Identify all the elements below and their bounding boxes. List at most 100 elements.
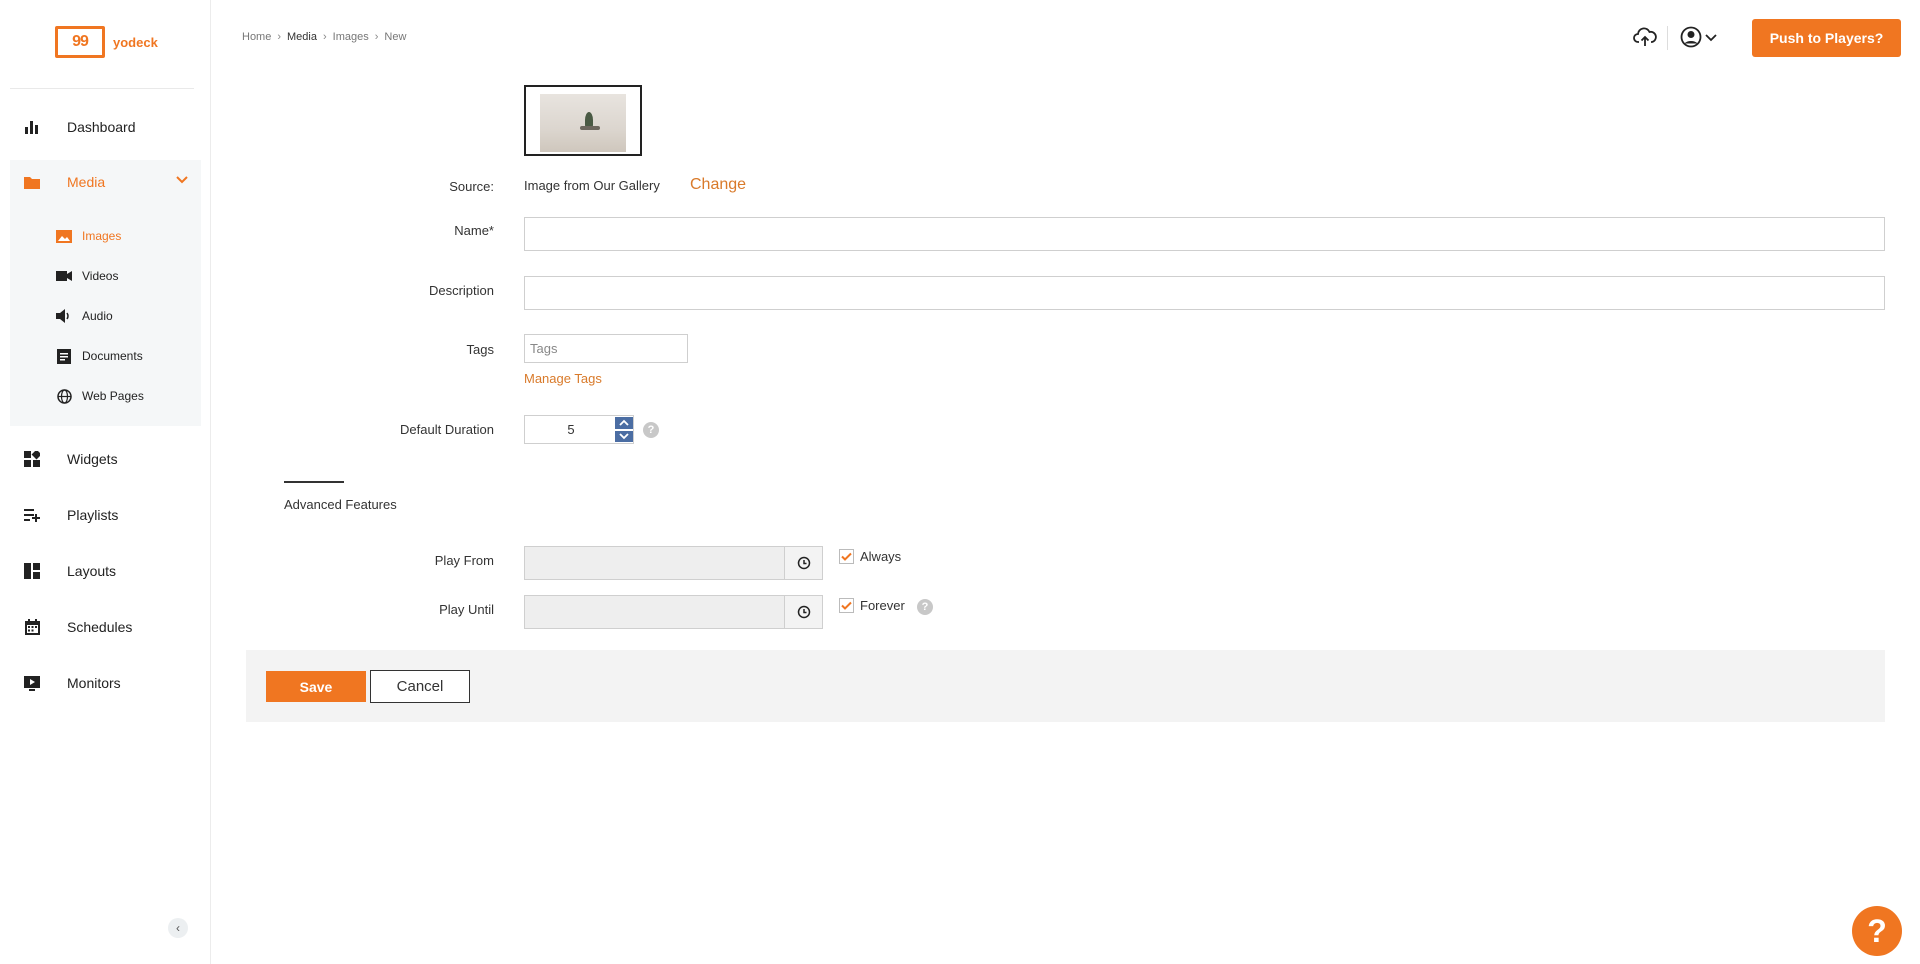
breadcrumb-images[interactable]: Images — [333, 31, 369, 43]
cancel-button[interactable]: Cancel — [370, 670, 470, 703]
document-icon — [56, 348, 72, 364]
breadcrumb-home[interactable]: Home — [242, 31, 271, 43]
clock-icon — [797, 556, 810, 570]
collapse-sidebar-button[interactable]: ‹ — [168, 918, 188, 938]
always-checkbox[interactable]: Always — [839, 549, 901, 564]
bar-chart-icon — [22, 117, 42, 137]
layout-icon — [22, 561, 42, 581]
divider — [10, 88, 194, 89]
sidebar-item-label: Schedules — [67, 619, 133, 635]
playlist-add-icon — [22, 505, 42, 525]
help-question-icon[interactable]: ? — [1852, 906, 1902, 956]
default-duration-label: Default Duration — [400, 422, 494, 437]
play-from-input[interactable] — [524, 546, 823, 580]
monitor-play-icon — [22, 673, 42, 693]
save-button[interactable]: Save — [266, 671, 366, 702]
media-group: Media Images Videos Audio Documents Web … — [10, 160, 201, 426]
play-until-input[interactable] — [524, 595, 823, 629]
breadcrumb-separator-icon: › — [374, 31, 379, 43]
divider — [284, 481, 344, 483]
sidebar-item-schedules[interactable]: Schedules — [10, 605, 201, 649]
checkmark-icon — [839, 598, 854, 613]
sidebar-subitem-videos[interactable]: Videos — [10, 259, 201, 293]
sidebar-item-dashboard[interactable]: Dashboard — [10, 105, 201, 149]
source-label: Source: — [449, 179, 494, 194]
forever-help-icon[interactable]: ? — [917, 599, 933, 615]
play-from-label: Play From — [434, 553, 494, 568]
sidebar-item-label: Media — [67, 174, 106, 190]
sidebar-item-playlists[interactable]: Playlists — [10, 493, 201, 537]
sidebar-subitem-web-pages[interactable]: Web Pages — [10, 379, 201, 413]
manage-tags-link[interactable]: Manage Tags — [524, 371, 602, 386]
play-until-label: Play Until — [439, 602, 494, 617]
logo-text: yodeck — [113, 34, 158, 50]
thumbnail-image — [540, 94, 626, 152]
sidebar-subitem-audio[interactable]: Audio — [10, 299, 201, 333]
chevron-up-icon — [619, 419, 629, 426]
checkmark-icon — [839, 549, 854, 564]
always-label: Always — [860, 549, 902, 564]
breadcrumb-new: New — [384, 31, 407, 43]
logo[interactable]: 99 yodeck — [55, 26, 158, 58]
tags-label: Tags — [466, 342, 494, 357]
sidebar-subitem-label: Web Pages — [82, 389, 144, 403]
user-menu[interactable] — [1680, 26, 1717, 48]
image-icon — [56, 228, 72, 244]
forever-label: Forever — [860, 598, 905, 613]
name-input[interactable] — [524, 217, 1885, 251]
increment-button[interactable] — [615, 417, 633, 429]
forever-checkbox[interactable]: Forever — [839, 598, 905, 613]
duration-help-icon[interactable]: ? — [643, 422, 659, 438]
sidebar: 99 yodeck Dashboard Media Images Videos … — [0, 0, 211, 964]
calendar-icon — [22, 617, 42, 637]
breadcrumb-separator-icon: › — [322, 31, 327, 43]
sidebar-item-label: Layouts — [67, 563, 117, 579]
sidebar-subitem-documents[interactable]: Documents — [10, 339, 201, 373]
tags-input[interactable] — [524, 334, 688, 363]
decrement-button[interactable] — [615, 430, 633, 442]
sidebar-item-label: Dashboard — [67, 119, 136, 135]
video-camera-icon — [56, 268, 72, 284]
name-label: Name* — [454, 223, 494, 238]
user-avatar-icon — [1680, 26, 1702, 48]
breadcrumb-separator-icon: › — [277, 31, 282, 43]
sidebar-subitem-label: Documents — [82, 349, 143, 363]
sidebar-item-label: Playlists — [67, 507, 119, 523]
duration-value: 5 — [567, 422, 575, 437]
chevron-left-icon: ‹ — [176, 921, 180, 935]
sidebar-item-label: Widgets — [67, 451, 118, 467]
description-label: Description — [428, 283, 494, 298]
clock-icon — [797, 605, 810, 619]
chevron-down-icon — [1705, 34, 1717, 42]
image-thumbnail[interactable] — [524, 85, 642, 156]
sidebar-item-label: Monitors — [67, 675, 121, 691]
source-value: Image from Our Gallery — [524, 178, 660, 193]
sidebar-subitem-images[interactable]: Images — [10, 219, 201, 253]
globe-icon — [56, 388, 72, 404]
breadcrumb: Home › Media › Images › New — [242, 31, 412, 43]
speaker-icon — [56, 308, 72, 324]
advanced-features-heading: Advanced Features — [284, 497, 397, 512]
form-actions-bar — [246, 650, 1885, 722]
push-to-players-button[interactable]: Push to Players? — [1752, 19, 1901, 57]
chevron-down-icon — [175, 172, 189, 189]
sidebar-subitem-label: Videos — [82, 269, 119, 283]
breadcrumb-media[interactable]: Media — [287, 31, 317, 43]
sidebar-item-media[interactable]: Media — [10, 160, 201, 204]
sidebar-item-layouts[interactable]: Layouts — [10, 549, 201, 593]
sidebar-subitem-label: Images — [82, 229, 122, 243]
change-source-link[interactable]: Change — [690, 176, 746, 194]
play-until-picker-button[interactable] — [784, 596, 822, 628]
logo-mark: 99 — [55, 26, 105, 58]
play-from-picker-button[interactable] — [784, 547, 822, 579]
cloud-upload-icon[interactable] — [1633, 26, 1657, 48]
widgets-icon — [22, 449, 42, 469]
sidebar-subitem-label: Audio — [82, 309, 113, 323]
duration-stepper[interactable]: 5 — [524, 415, 634, 444]
divider — [1667, 26, 1668, 50]
sidebar-item-widgets[interactable]: Widgets — [10, 437, 201, 481]
chevron-down-icon — [619, 433, 629, 440]
folder-icon — [22, 172, 42, 192]
sidebar-item-monitors[interactable]: Monitors — [10, 661, 201, 705]
description-input[interactable] — [524, 276, 1885, 310]
